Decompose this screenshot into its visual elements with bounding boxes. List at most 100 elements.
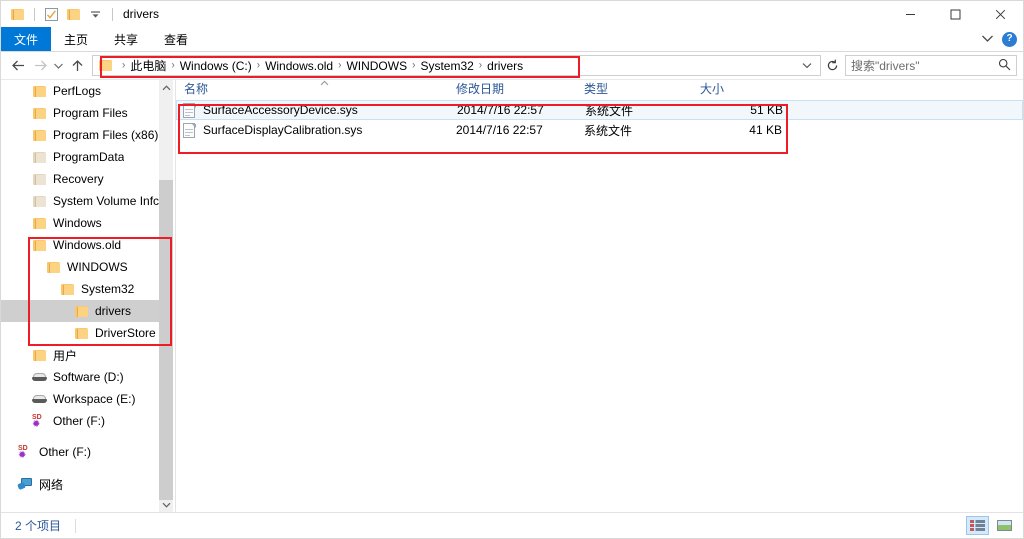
breadcrumb-sep-4[interactable]: › <box>409 59 418 71</box>
file-name-cell: SurfaceAccessoryDevice.sys <box>177 102 449 118</box>
sidebar-item-perflogs[interactable]: PerfLogs <box>1 80 159 102</box>
breadcrumb-sep-2[interactable]: › <box>254 59 263 71</box>
breadcrumb-sep-1[interactable]: › <box>168 59 177 71</box>
breadcrumb-item-2[interactable]: Windows.old <box>263 59 335 73</box>
scroll-up-icon[interactable] <box>159 80 173 95</box>
sidebar-item-workspace-e[interactable]: Workspace (E:) <box>1 388 159 410</box>
sidebar-item-label: Program Files (x86) <box>53 128 159 142</box>
sidebar-item-windows-old[interactable]: Windows.old <box>1 234 159 256</box>
sidebar-item-label: 网络 <box>39 477 64 492</box>
sidebar-scroll-thumb[interactable] <box>159 180 173 500</box>
details-view-button[interactable] <box>966 516 989 535</box>
help-icon[interactable]: ? <box>1002 31 1017 47</box>
maximize-button[interactable] <box>933 1 978 27</box>
sd-card-icon: SD ✹ <box>18 445 28 461</box>
search-input[interactable]: 搜索"drivers" <box>851 57 998 74</box>
forward-button[interactable] <box>29 55 51 77</box>
sidebar-item-programdata[interactable]: ProgramData <box>1 146 159 168</box>
qat-divider-1 <box>34 7 35 21</box>
sidebar-item-program-files-x86[interactable]: Program Files (x86) <box>1 124 159 146</box>
breadcrumb-item-5[interactable]: drivers <box>485 59 525 73</box>
column-header-date[interactable]: 修改日期 <box>448 80 576 99</box>
status-divider <box>75 518 77 533</box>
folder-icon <box>9 6 26 23</box>
sidebar-item-label: Software (D:) <box>53 370 124 384</box>
sidebar-item-other-f[interactable]: SD ✹ Other (F:) <box>1 441 159 463</box>
breadcrumb: 此电脑 › Windows (C:) › Windows.old › WINDO… <box>128 57 798 74</box>
file-rows: SurfaceAccessoryDevice.sys 2014/7/16 22:5… <box>176 100 1023 512</box>
sidebar-item-recovery[interactable]: Recovery <box>1 168 159 190</box>
expand-ribbon-icon[interactable] <box>981 32 994 46</box>
properties-icon[interactable] <box>43 6 60 23</box>
breadcrumb-sep-3[interactable]: › <box>335 59 344 71</box>
sidebar-scrollbar[interactable] <box>159 80 173 512</box>
folder-icon <box>33 349 46 361</box>
qat-divider-2 <box>112 7 113 21</box>
sidebar-item-other-f[interactable]: SD ✹ Other (F:) <box>1 410 159 432</box>
table-row[interactable]: SurfaceAccessoryDevice.sys 2014/7/16 22:5… <box>176 100 1023 120</box>
breadcrumb-item-3[interactable]: WINDOWS <box>344 59 409 73</box>
sidebar-item-label: Workspace (E:) <box>53 392 136 406</box>
column-header-type[interactable]: 类型 <box>576 80 692 99</box>
sidebar-item-label: Windows <box>53 216 102 230</box>
system-file-icon <box>183 102 197 118</box>
breadcrumb-dropdown-icon[interactable] <box>798 61 816 71</box>
sidebar-item-label: Other (F:) <box>53 414 106 428</box>
column-header-name[interactable]: 名称 <box>176 80 448 99</box>
back-button[interactable] <box>7 55 29 77</box>
thumbnail-view-button[interactable] <box>993 516 1016 535</box>
minimize-button[interactable] <box>888 1 933 27</box>
ribbon-tab-bar: 文件 主页 共享 查看 ? <box>1 27 1023 52</box>
close-button[interactable] <box>978 1 1023 27</box>
sidebar-item-program-files[interactable]: Program Files <box>1 102 159 124</box>
folder-tree: PerfLogs Program Files Program Files (x86)… <box>1 80 159 495</box>
sidebar-item-windows[interactable]: Windows <box>1 212 159 234</box>
breadcrumb-item-0[interactable]: 此电脑 <box>128 57 168 74</box>
search-icon[interactable] <box>998 58 1011 74</box>
sd-card-icon: SD ✹ <box>32 414 42 430</box>
breadcrumb-sep-0: › <box>122 59 126 72</box>
sidebar-item-system-volume-infc[interactable]: System Volume Infc <box>1 190 159 212</box>
sidebar-item-[interactable]: 网络 <box>1 473 159 495</box>
item-count-label: 2 个项目 <box>15 519 62 533</box>
refresh-button[interactable] <box>821 55 843 77</box>
tab-share[interactable]: 共享 <box>101 27 151 51</box>
sidebar-item-label: PerfLogs <box>53 84 102 98</box>
breadcrumb-bar[interactable]: › 此电脑 › Windows (C:) › Windows.old › WIN… <box>92 55 821 76</box>
new-folder-icon[interactable] <box>65 6 82 23</box>
breadcrumb-item-4[interactable]: System32 <box>418 59 475 73</box>
sidebar-item-drivers[interactable]: drivers <box>1 300 159 322</box>
sidebar-item-label: DriverStore <box>95 326 156 340</box>
breadcrumb-sep-5[interactable]: › <box>476 59 485 71</box>
folder-icon <box>75 327 88 339</box>
search-box[interactable]: 搜索"drivers" <box>845 55 1017 76</box>
folder-icon <box>33 217 46 229</box>
sidebar-item-[interactable]: 用户 <box>1 344 159 366</box>
sidebar-item-system32[interactable]: System32 <box>1 278 159 300</box>
title-bar: drivers <box>1 1 1023 27</box>
system-file-icon <box>183 122 197 138</box>
sidebar-item-windows[interactable]: WINDOWS <box>1 256 159 278</box>
breadcrumb-item-1[interactable]: Windows (C:) <box>178 59 254 73</box>
file-name-cell: SurfaceDisplayCalibration.sys <box>176 122 448 138</box>
tab-file[interactable]: 文件 <box>1 27 52 51</box>
folder-icon <box>33 151 46 163</box>
window-title: drivers <box>123 7 160 21</box>
drive-icon <box>32 372 47 382</box>
details-view-icon <box>970 520 985 531</box>
folder-icon <box>47 261 60 273</box>
tab-view[interactable]: 查看 <box>151 27 201 51</box>
sidebar-item-driverstore[interactable]: DriverStore <box>1 322 159 344</box>
folder-icon <box>33 129 46 141</box>
column-header-size[interactable]: 大小 <box>692 80 792 99</box>
sidebar-item-software-d[interactable]: Software (D:) <box>1 366 159 388</box>
table-row[interactable]: SurfaceDisplayCalibration.sys 2014/7/16 2… <box>176 120 1023 140</box>
window-controls <box>888 1 1023 27</box>
up-button[interactable] <box>66 55 88 77</box>
customize-qat-dropdown-icon[interactable] <box>87 6 104 23</box>
address-bar-row: › 此电脑 › Windows (C:) › Windows.old › WIN… <box>1 52 1023 80</box>
recent-locations-icon[interactable] <box>51 55 66 77</box>
tab-home[interactable]: 主页 <box>51 27 101 51</box>
scroll-down-icon[interactable] <box>159 497 173 512</box>
navigation-pane: PerfLogs Program Files Program Files (x86)… <box>1 80 175 512</box>
